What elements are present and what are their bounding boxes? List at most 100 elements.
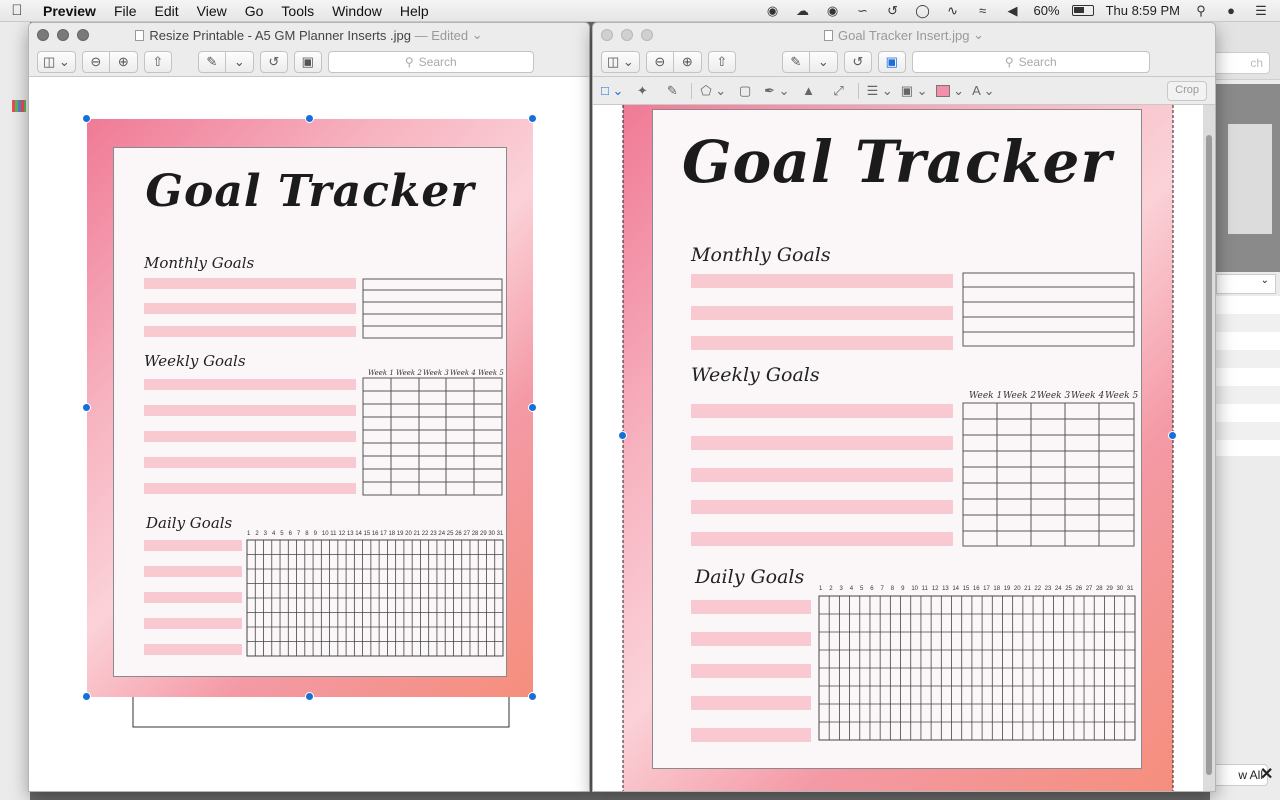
sidebar-toggle-button[interactable]: ◫ ⌄	[37, 50, 76, 73]
share-button[interactable]: ⇧	[707, 50, 736, 73]
search-field[interactable]: ⚲ Search	[911, 50, 1150, 73]
spotlight-search-icon[interactable]: ⚲	[1192, 3, 1210, 18]
notification-center-icon[interactable]: ☰	[1252, 3, 1270, 18]
shapes-tool-icon[interactable]: ⬠ ⌄	[700, 83, 726, 99]
close-icon[interactable]: ✕	[1260, 764, 1273, 784]
menu-file[interactable]: File	[105, 3, 146, 19]
menu-go[interactable]: Go	[236, 3, 273, 19]
scrollbar-thumb[interactable]	[1206, 135, 1212, 775]
day-number: 30	[488, 531, 496, 537]
menubar-clock[interactable]: Thu 8:59 PM	[1106, 3, 1180, 18]
highlight-menu-button[interactable]: ⌄	[225, 50, 254, 73]
battery-icon[interactable]	[1071, 5, 1094, 16]
resize-handle[interactable]	[82, 692, 91, 701]
volume-icon[interactable]: ◀	[1004, 3, 1022, 18]
scribble-icon[interactable]: ∽	[854, 3, 872, 18]
sidebar-toggle-button[interactable]: ◫ ⌄	[601, 50, 640, 73]
resize-handle[interactable]	[82, 114, 91, 123]
menu-help[interactable]: Help	[391, 3, 438, 19]
activity-icon[interactable]: ∿	[944, 3, 962, 18]
adjust-size-icon[interactable]: ⤢	[828, 83, 850, 99]
planner-page[interactable]: Goal Tracker Monthly Goals Weekly Goals …	[623, 105, 1173, 791]
week-label: Week 4	[1071, 391, 1105, 401]
sketch-tool-icon[interactable]: ✎	[661, 83, 683, 99]
resize-handle[interactable]	[618, 431, 627, 440]
close-window-button[interactable]	[601, 29, 613, 41]
resize-handle[interactable]	[1168, 431, 1177, 440]
window-title: Goal Tracker Insert.jpg	[837, 27, 970, 43]
menu-app-name[interactable]: Preview	[34, 3, 105, 19]
zoom-in-button[interactable]: ⊕	[109, 50, 138, 73]
text-style-icon[interactable]: A ⌄	[972, 83, 994, 99]
siri-icon[interactable]: ●	[1222, 3, 1240, 18]
close-window-button[interactable]	[37, 29, 49, 41]
cloud-upload-icon[interactable]: ☁	[794, 3, 812, 18]
rotate-button[interactable]: ↺	[259, 50, 288, 73]
highlight-button[interactable]: ✎	[781, 50, 810, 73]
resize-handle[interactable]	[82, 403, 91, 412]
resize-handle[interactable]	[528, 692, 537, 701]
minimize-window-button[interactable]	[57, 29, 69, 41]
wifi-icon[interactable]: ≈	[974, 3, 992, 18]
crop-button[interactable]: Crop	[1167, 80, 1207, 101]
highlight-menu-button[interactable]: ⌄	[809, 50, 838, 73]
fill-color-icon[interactable]: ⌄	[935, 83, 964, 99]
toolbar: ◫ ⌄ ⊖ ⊕ ⇧ ✎ ⌄ ↺ ▣ ⚲ Search	[593, 47, 1215, 77]
menu-window[interactable]: Window	[323, 3, 391, 19]
divider	[857, 82, 859, 99]
vertical-scrollbar[interactable]	[1203, 105, 1215, 791]
zoom-out-button[interactable]: ⊖	[81, 50, 110, 73]
planner-page[interactable]: Goal Tracker Monthly Goals Weekly Goals …	[87, 119, 533, 697]
chat-bubble-icon[interactable]: ◯	[914, 3, 932, 18]
apple-menu-icon[interactable]: 	[0, 2, 34, 19]
search-field[interactable]: ⚲ Search	[327, 50, 534, 73]
resize-handle[interactable]	[305, 114, 314, 123]
resize-handle[interactable]	[528, 114, 537, 123]
monthly-goals-heading: Monthly Goals	[691, 244, 831, 266]
weekly-line	[691, 500, 953, 514]
markup-toolbox-button[interactable]: ▣	[293, 50, 322, 73]
planner-title: Goal Tracker	[145, 166, 475, 217]
instant-alpha-icon[interactable]: ✦	[631, 83, 653, 99]
text-tool-icon[interactable]: ▢	[734, 83, 756, 99]
markup-toolbox-button[interactable]: ▣	[877, 50, 906, 73]
resize-handle[interactable]	[528, 403, 537, 412]
zoom-window-button[interactable]	[641, 29, 653, 41]
background-search-field[interactable]: ch	[1210, 52, 1270, 74]
day-number: 19	[396, 531, 404, 537]
zoom-in-button[interactable]: ⊕	[673, 50, 702, 73]
day-number: 4	[849, 586, 854, 592]
menu-view[interactable]: View	[188, 3, 236, 19]
day-number: 22	[1034, 586, 1042, 592]
creative-cloud-icon[interactable]: ◉	[764, 3, 782, 18]
highlight-button[interactable]: ✎	[197, 50, 226, 73]
daily-line	[144, 618, 242, 629]
hat-icon[interactable]: ◉	[824, 3, 842, 18]
edited-indicator[interactable]: — Edited	[415, 28, 468, 43]
rotate-button[interactable]: ↺	[843, 50, 872, 73]
search-placeholder: Search	[418, 54, 457, 69]
line-style-icon[interactable]: ☰ ⌄	[867, 83, 893, 99]
zoom-out-button[interactable]: ⊖	[645, 50, 674, 73]
signature-tool-icon[interactable]: ✒ ⌄	[764, 83, 789, 99]
chevron-down-icon[interactable]: ⌄	[472, 27, 483, 43]
resize-handle[interactable]	[305, 692, 314, 701]
weekly-table	[362, 377, 503, 496]
zoom-window-button[interactable]	[77, 29, 89, 41]
day-number: 8	[890, 586, 895, 592]
day-number: 2	[829, 586, 833, 592]
background-dropdown[interactable]: ⌄	[1216, 274, 1276, 294]
day-number: 14	[355, 531, 362, 537]
border-color-icon[interactable]: ▣ ⌄	[901, 83, 928, 99]
menu-edit[interactable]: Edit	[146, 3, 188, 19]
chevron-down-icon[interactable]: ⌄	[973, 27, 984, 43]
selection-tool-icon[interactable]: □ ⌄	[601, 83, 623, 99]
battery-percent[interactable]: 60%	[1034, 3, 1060, 18]
weekly-line	[144, 431, 356, 442]
time-machine-icon[interactable]: ↺	[884, 3, 902, 18]
menu-tools[interactable]: Tools	[272, 3, 323, 19]
day-number: 31	[496, 531, 504, 537]
adjust-color-icon[interactable]: ▲	[798, 83, 820, 98]
share-button[interactable]: ⇧	[143, 50, 172, 73]
minimize-window-button[interactable]	[621, 29, 633, 41]
